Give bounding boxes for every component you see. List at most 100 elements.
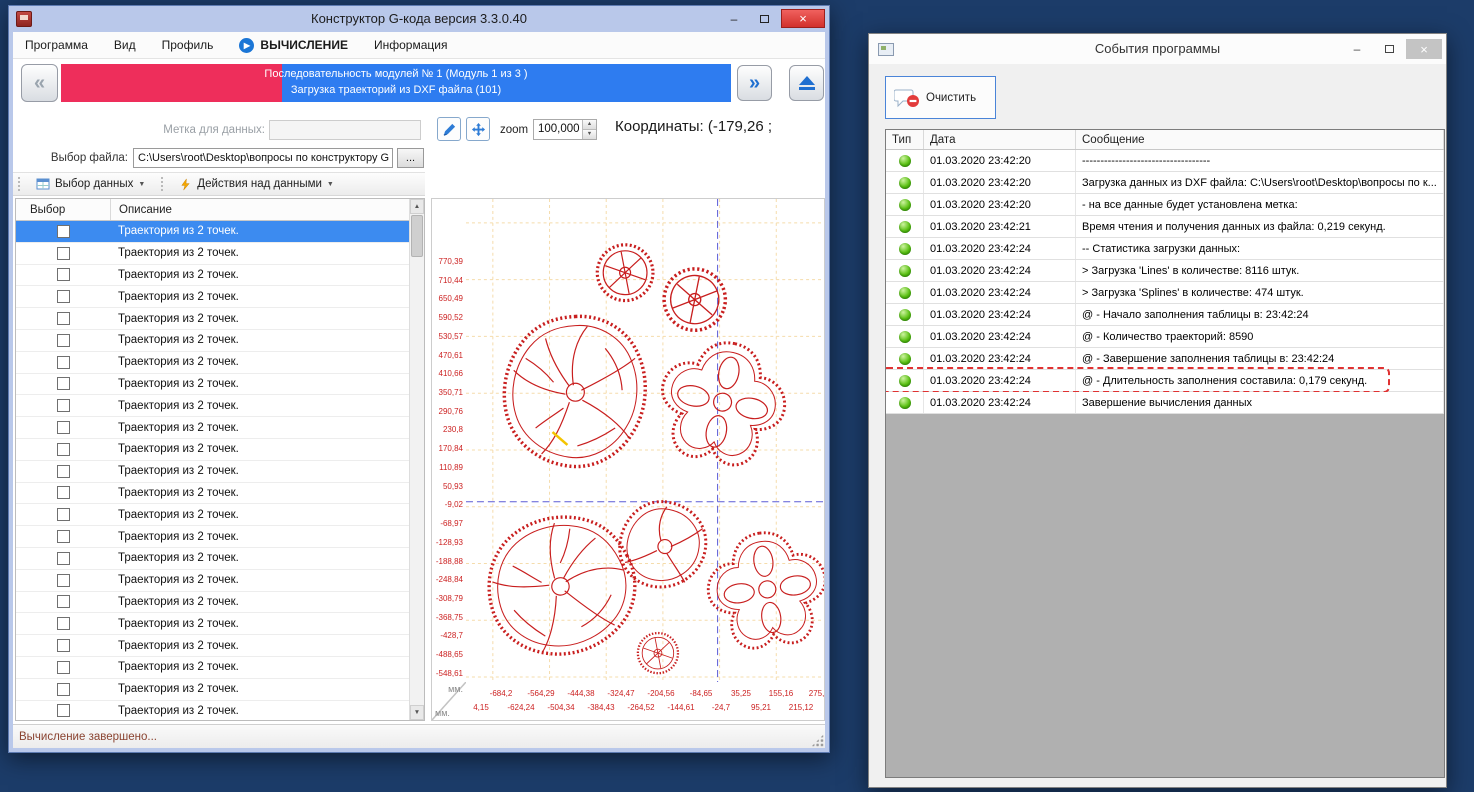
table-row[interactable]: Траектория из 2 точек. [16, 504, 409, 527]
row-checkbox[interactable] [57, 246, 70, 260]
row-checkbox[interactable] [57, 268, 70, 282]
menu-item-profile[interactable]: Профиль [162, 38, 214, 52]
table-row[interactable]: Траектория из 2 точек. [16, 526, 409, 548]
table-row[interactable]: Траектория из 2 точек. [16, 657, 409, 679]
maximize-button[interactable] [751, 9, 777, 28]
row-checkbox[interactable] [57, 682, 70, 696]
row-checkbox[interactable] [57, 290, 70, 304]
row-checkbox[interactable] [57, 486, 70, 500]
scroll-down-icon[interactable]: ▼ [410, 705, 424, 720]
data-actions-dropdown[interactable]: Действия над данными ▼ [172, 176, 341, 193]
row-checkbox[interactable] [57, 530, 70, 544]
row-checkbox[interactable] [57, 399, 70, 413]
toolstrip-grip[interactable] [160, 176, 165, 192]
row-checkbox[interactable] [57, 551, 70, 565]
column-header-message[interactable]: Сообщение [1076, 130, 1444, 149]
clear-events-button[interactable]: Очистить [885, 76, 996, 119]
column-header-type[interactable]: Тип [886, 130, 924, 149]
select-data-dropdown[interactable]: Выбор данных ▼ [29, 175, 152, 193]
scroll-thumb[interactable] [411, 215, 423, 257]
table-row[interactable]: Траектория из 2 точек. [16, 439, 409, 461]
table-row[interactable]: Траектория из 2 точек. [16, 374, 409, 396]
table-row[interactable]: Траектория из 2 точек. [16, 701, 409, 720]
table-row[interactable]: Траектория из 2 точек. [16, 352, 409, 374]
dxf-canvas[interactable]: 770,39 710,44 650,49 590,52 530,57 470,61 410,… [431, 198, 825, 721]
row-checkbox[interactable] [57, 573, 70, 587]
row-checkbox[interactable] [57, 660, 70, 674]
table-row[interactable]: Траектория из 2 точек. [16, 395, 409, 418]
eject-button[interactable] [789, 65, 824, 101]
table-row[interactable]: Траектория из 2 точек. [16, 548, 409, 570]
vertical-scrollbar[interactable]: ▲ ▼ [409, 199, 424, 720]
table-row[interactable]: Траектория из 2 точек. [16, 483, 409, 505]
row-checkbox[interactable] [57, 442, 70, 456]
row-checkbox[interactable] [57, 421, 70, 435]
table-row[interactable]: Траектория из 2 точек. [16, 330, 409, 352]
row-checkbox[interactable] [57, 617, 70, 631]
table-row[interactable]: Траектория из 2 точек. [16, 221, 409, 243]
spin-up-icon[interactable]: ▲ [582, 120, 596, 129]
table-row[interactable]: Траектория из 2 точек. [16, 592, 409, 614]
next-module-button[interactable]: » [737, 65, 772, 101]
event-row[interactable]: 01.03.2020 23:42:24 -- Статистика загруз… [886, 238, 1444, 260]
event-row[interactable]: 01.03.2020 23:42:20 --------------------… [886, 150, 1444, 172]
table-row[interactable]: Траектория из 2 точек. [16, 243, 409, 265]
event-row[interactable]: 01.03.2020 23:42:24 @ - Начало заполнени… [886, 304, 1444, 326]
row-checkbox[interactable] [57, 333, 70, 347]
menu-item-program[interactable]: Программа [25, 38, 88, 52]
row-checkbox[interactable] [57, 595, 70, 609]
column-header-date[interactable]: Дата [924, 130, 1076, 149]
table-row[interactable]: Траектория из 2 точек. [16, 461, 409, 483]
row-checkbox[interactable] [57, 704, 70, 718]
table-row[interactable]: Траектория из 2 точек. [16, 679, 409, 701]
axis-units: мм. мм. [432, 682, 466, 720]
menu-item-calculation[interactable]: ▶ ВЫЧИСЛЕНИЕ [239, 37, 348, 53]
resize-grip[interactable] [811, 734, 824, 747]
event-row[interactable]: 01.03.2020 23:42:24 @ - Количество траек… [886, 326, 1444, 348]
row-checkbox[interactable] [57, 508, 70, 522]
row-checkbox[interactable] [57, 377, 70, 391]
browse-button[interactable]: ... [397, 148, 424, 168]
title-bar[interactable]: События программы – × [869, 34, 1446, 64]
event-row[interactable]: 01.03.2020 23:42:24 > Загрузка 'Lines' в… [886, 260, 1444, 282]
table-row[interactable]: Траектория из 2 точек. [16, 417, 409, 439]
close-button[interactable]: × [781, 9, 825, 28]
table-row[interactable]: Траектория из 2 точек. [16, 635, 409, 657]
row-checkbox[interactable] [57, 464, 70, 478]
minimize-button[interactable]: – [721, 9, 747, 28]
spin-down-icon[interactable]: ▼ [582, 129, 596, 139]
event-row[interactable]: 01.03.2020 23:42:24 Завершение вычислени… [886, 392, 1444, 414]
edit-button[interactable] [437, 117, 461, 141]
table-row[interactable]: Траектория из 2 точек. [16, 308, 409, 330]
event-row[interactable]: 01.03.2020 23:42:21 Время чтения и получ… [886, 216, 1444, 238]
pan-button[interactable] [466, 117, 490, 141]
table-row[interactable]: Траектория из 2 точек. [16, 570, 409, 592]
zoom-spinner[interactable]: 100,000 ▲ ▼ [533, 119, 597, 140]
event-row[interactable]: 01.03.2020 23:42:24 @ - Завершение запол… [886, 348, 1444, 370]
data-label-input[interactable] [269, 120, 421, 140]
menu-item-information[interactable]: Информация [374, 38, 447, 52]
row-checkbox[interactable] [57, 224, 70, 238]
table-row[interactable]: Траектория из 2 точек. [16, 613, 409, 636]
table-row[interactable]: Траектория из 2 точек. [16, 265, 409, 287]
close-button[interactable]: × [1406, 39, 1442, 59]
row-checkbox[interactable] [57, 639, 70, 653]
table-row[interactable]: Траектория из 2 точек. [16, 286, 409, 309]
title-bar[interactable]: Конструктор G-кода версия 3.3.0.40 – × [9, 6, 829, 32]
file-path-input[interactable]: C:\Users\root\Desktop\вопросы по констру… [133, 148, 393, 168]
menu-item-view[interactable]: Вид [114, 38, 136, 52]
event-row[interactable]: 01.03.2020 23:42:20 Загрузка данных из D… [886, 172, 1444, 194]
scroll-up-icon[interactable]: ▲ [410, 199, 424, 214]
event-row[interactable]: 01.03.2020 23:42:24 @ - Длительность зап… [886, 367, 1444, 393]
plot-area[interactable] [466, 199, 824, 682]
toolstrip-grip[interactable] [17, 176, 21, 192]
minimize-button[interactable]: – [1342, 39, 1372, 59]
event-row[interactable]: 01.03.2020 23:42:20 - на все данные буде… [886, 194, 1444, 216]
column-header-select[interactable]: Выбор [16, 199, 111, 220]
column-header-description[interactable]: Описание [111, 199, 172, 221]
event-row[interactable]: 01.03.2020 23:42:24 > Загрузка 'Splines'… [886, 282, 1444, 304]
maximize-button[interactable] [1374, 39, 1404, 59]
row-checkbox[interactable] [57, 312, 70, 326]
row-checkbox[interactable] [57, 355, 70, 369]
prev-module-button[interactable]: « [21, 64, 58, 102]
